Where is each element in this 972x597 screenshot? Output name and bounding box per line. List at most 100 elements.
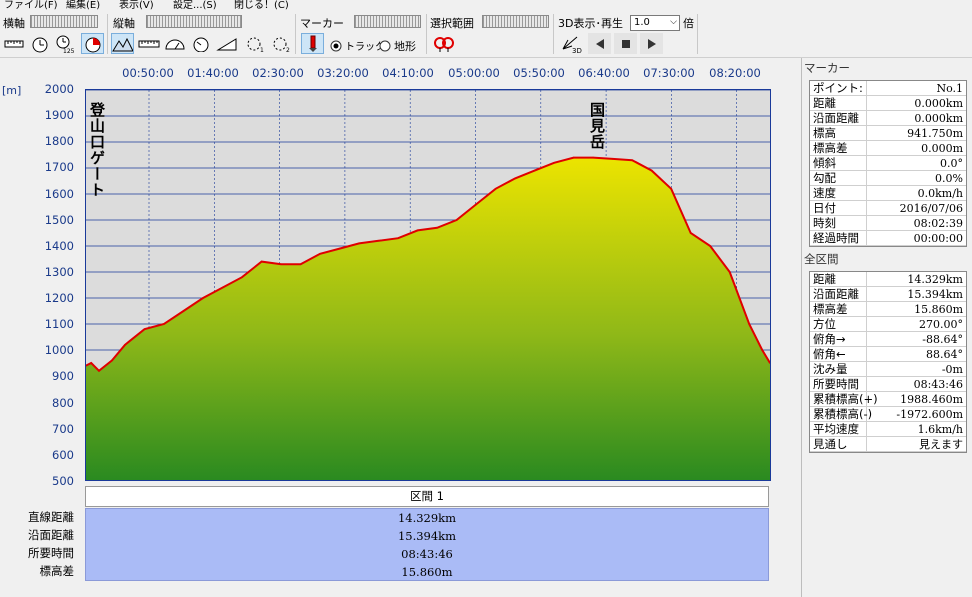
elevation-tick: 1500 (44, 212, 74, 227)
info-key: 沿面距離 (813, 287, 859, 301)
info-row: 傾斜 0.0° (810, 156, 966, 171)
info-value: 00:00:00 (913, 232, 963, 245)
distance-axis-button[interactable] (2, 33, 25, 54)
time-tick: 06:40:00 (578, 66, 630, 80)
view2-icon: 2 (273, 37, 290, 53)
track-point (436, 227, 438, 229)
menu-close[interactable]: 閉じる！(C) (234, 0, 289, 11)
view1-button[interactable]: 1 (244, 33, 267, 54)
info-row: 日付 2016/07/06 (810, 201, 966, 216)
info-value: 270.00° (919, 318, 963, 331)
menu-file[interactable]: ファイル(F) (4, 0, 58, 11)
track-point (709, 245, 711, 247)
info-row: 距離 14.329km (810, 272, 966, 287)
terrain-area (86, 157, 770, 480)
info-value: 0.0° (940, 157, 963, 170)
slope-distance-button[interactable] (137, 33, 160, 54)
selection-slider[interactable] (482, 15, 549, 28)
elevation-tick: 2000 (44, 82, 74, 96)
menu-view[interactable]: 表示(V) (119, 0, 154, 11)
track-point (455, 219, 458, 221)
red-clock-icon (85, 37, 100, 52)
marker-label: マーカー (300, 17, 344, 30)
info-key: 速度 (813, 186, 836, 200)
3d-view-button[interactable]: 3D (559, 33, 582, 54)
track-point (631, 159, 633, 161)
info-panel: マーカー ポイント: No.1 距離 0.000km 沿面距離 0.000km 標高 941.… (801, 58, 972, 597)
elevation-tick: 1400 (44, 238, 74, 253)
mountain-icon (112, 37, 133, 51)
marker-button[interactable] (301, 33, 324, 54)
speedometer-button[interactable] (163, 33, 186, 54)
time-tick: 05:50:00 (513, 66, 565, 80)
elevation-tick: 1700 (44, 160, 74, 175)
info-key: 距離 (813, 96, 836, 110)
track-point (241, 276, 243, 278)
time-axis-button[interactable] (28, 33, 51, 54)
track-point (475, 203, 477, 206)
surface-distance-label: 沿面距離 (28, 528, 74, 542)
time-tick: 01:40:00 (187, 66, 239, 80)
info-key: 平均速度 (813, 422, 859, 436)
track-point (90, 362, 93, 364)
info-row: 経過時間 00:00:00 (810, 231, 966, 246)
info-value: -1972.600m (896, 408, 963, 421)
marker-pin-icon (308, 35, 317, 52)
play-forward-button[interactable] (640, 33, 663, 54)
info-key: 時刻 (813, 216, 836, 230)
track-point (494, 188, 497, 190)
view2-button[interactable]: 2 (270, 33, 293, 54)
stop-button[interactable] (614, 33, 637, 54)
elevation-tick: 1900 (44, 108, 74, 123)
vertical-zoom-slider[interactable] (146, 15, 242, 28)
track-point (124, 344, 126, 346)
gauge-button[interactable] (189, 33, 212, 54)
elevation-tick: 1300 (44, 264, 74, 279)
track-point (299, 263, 302, 265)
info-key: 俯角→ (813, 332, 846, 346)
elapsed-axis-button[interactable] (81, 33, 104, 54)
info-row: 標高差 0.000m (810, 141, 966, 156)
elevation-chart[interactable]: 登山口ゲート 国見岳 (85, 89, 771, 481)
horizontal-zoom-slider[interactable] (30, 15, 98, 28)
play3d-label: 3D表示･再生 (558, 17, 623, 30)
radio-terrain[interactable]: 地形 (379, 38, 416, 54)
info-row: 距離 0.000km (810, 96, 966, 111)
track-point (748, 323, 750, 325)
info-value: 見えます (919, 438, 963, 451)
elevation-axis-button[interactable] (111, 33, 134, 54)
track-point (572, 156, 575, 159)
track-point (728, 271, 731, 273)
radio-track[interactable]: トラック (330, 38, 385, 53)
required-time-label: 所要時間 (28, 546, 74, 560)
info-value: -0m (941, 363, 963, 376)
elevation-tick: 600 (52, 447, 74, 462)
play-back-button[interactable] (588, 33, 611, 54)
track-point (221, 286, 224, 289)
track-point (280, 263, 282, 265)
time-tick: 00:50:00 (122, 66, 174, 80)
menu-edit[interactable]: 編集(E) (66, 0, 100, 11)
menu-settings[interactable]: 設定...(S) (173, 0, 217, 11)
speed-value: 1.0 (634, 17, 650, 28)
pace-axis-button[interactable]: 125 (54, 33, 77, 54)
triangle-right-icon (647, 38, 656, 49)
info-key: 累積標高(+) (813, 392, 878, 406)
menu-bar: ファイル(F) 編集(E) 表示(V) 設定...(S) 閉じる！(C) (0, 0, 972, 12)
select-range-button[interactable] (432, 33, 455, 54)
gradient-button[interactable] (215, 33, 238, 54)
info-row: 平均速度 1.6km/h (810, 422, 966, 437)
marker-slider[interactable] (354, 15, 421, 28)
info-key: 沿面距離 (813, 111, 859, 125)
elevation-tick: 1000 (44, 343, 74, 358)
view1-icon: 1 (247, 37, 264, 53)
all-panel-title: 全区間 (804, 252, 839, 266)
info-key: 日付 (813, 201, 836, 215)
info-value: 2016/07/06 (899, 202, 963, 215)
info-row: 速度 0.0km/h (810, 186, 966, 201)
speed-select[interactable]: 1.0 ⌵ (630, 15, 680, 31)
elevation-tick: 1800 (44, 134, 74, 149)
info-row: 方位 270.00° (810, 317, 966, 332)
info-row: 沿面距離 0.000km (810, 111, 966, 126)
track-point (761, 349, 763, 351)
